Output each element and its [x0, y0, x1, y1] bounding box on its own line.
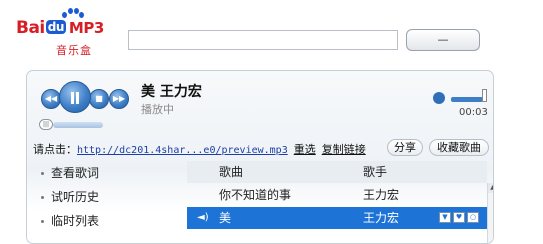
- song-url-link[interactable]: http://dc201.4shar...e0/preview.mp3: [77, 145, 288, 156]
- link-prompt: 请点击：: [33, 143, 77, 156]
- bullet-icon: [41, 196, 44, 199]
- next-button[interactable]: ▶▶: [109, 89, 129, 109]
- speaker-icon[interactable]: [433, 92, 445, 104]
- playing-speaker-icon: ◄): [197, 212, 209, 223]
- bullet-icon: [41, 220, 44, 223]
- previous-button[interactable]: ◀◀: [41, 89, 61, 109]
- playback-status: 播放中: [141, 103, 174, 116]
- seek-bar[interactable]: [53, 122, 103, 128]
- side-item-label: 试听历史: [51, 190, 100, 204]
- download-icon[interactable]: ▼: [439, 212, 451, 223]
- player-panel: ◀◀ ■ ▶▶ 美 王力宏 播放中 ||| 00:03 请点击：http://d…: [26, 70, 494, 244]
- volume-slider[interactable]: [451, 97, 483, 102]
- side-item-history[interactable]: 试听历史: [33, 187, 183, 211]
- side-menu: 查看歌词 试听历史 临时列表: [33, 163, 183, 235]
- collect-song-button[interactable]: 收藏歌曲: [429, 139, 489, 156]
- side-item-label: 查看歌词: [51, 166, 100, 180]
- list-header: 歌曲 歌手: [187, 161, 487, 183]
- artist-name: 王力宏: [363, 188, 400, 202]
- logo-wordmark: Bai du MP3: [16, 18, 104, 38]
- column-header-artist: 歌手: [363, 165, 388, 179]
- song-name: 美: [219, 211, 232, 225]
- song-list: 歌曲 歌手 你不知道的事 王力宏 ◄) 美 王力宏 ▼♥○ ▲: [187, 161, 493, 243]
- link-bar: 请点击：http://dc201.4shar...e0/preview.mp3 重…: [33, 141, 366, 157]
- search-icon[interactable]: ○: [467, 212, 479, 223]
- next-icon: ▶▶: [112, 94, 126, 103]
- list-scrollbar[interactable]: ▲: [487, 183, 493, 243]
- reselect-link[interactable]: 重选: [294, 143, 316, 156]
- copy-link[interactable]: 复制链接: [322, 143, 366, 156]
- play-pause-button[interactable]: [59, 81, 91, 113]
- list-item-selected[interactable]: ◄) 美 王力宏 ▼ ♥ ○: [187, 207, 487, 229]
- share-button[interactable]: 分享: [387, 139, 423, 156]
- search-button[interactable]: —: [406, 29, 480, 51]
- row-actions: ▼ ♥ ○: [439, 212, 481, 234]
- side-item-label: 临时列表: [51, 214, 100, 228]
- seek-thumb[interactable]: |||: [39, 119, 53, 130]
- now-playing-title: 美 王力宏: [141, 84, 202, 100]
- stop-icon: ■: [95, 94, 103, 103]
- column-header-song: 歌曲: [219, 165, 244, 179]
- artist-name: 王力宏: [363, 211, 400, 225]
- side-item-lyrics[interactable]: 查看歌词: [33, 163, 183, 187]
- song-name: 你不知道的事: [219, 188, 292, 202]
- search-input[interactable]: [128, 30, 398, 50]
- stop-button[interactable]: ■: [89, 89, 109, 109]
- elapsed-time: 00:03: [459, 107, 488, 118]
- pause-icon: [70, 91, 80, 104]
- bullet-icon: [41, 172, 44, 175]
- volume-knob[interactable]: [482, 89, 487, 102]
- favorite-heart-icon[interactable]: ♥: [453, 212, 465, 223]
- previous-icon: ◀◀: [44, 94, 58, 103]
- side-item-temp-list[interactable]: 临时列表: [33, 211, 183, 235]
- list-item[interactable]: 你不知道的事 王力宏: [187, 184, 487, 206]
- scroll-up-arrow-icon[interactable]: ▲: [488, 183, 493, 193]
- logo-subtitle: 音乐盒: [56, 44, 92, 57]
- baidu-mp3-logo[interactable]: Bai du MP3 音乐盒: [16, 8, 126, 57]
